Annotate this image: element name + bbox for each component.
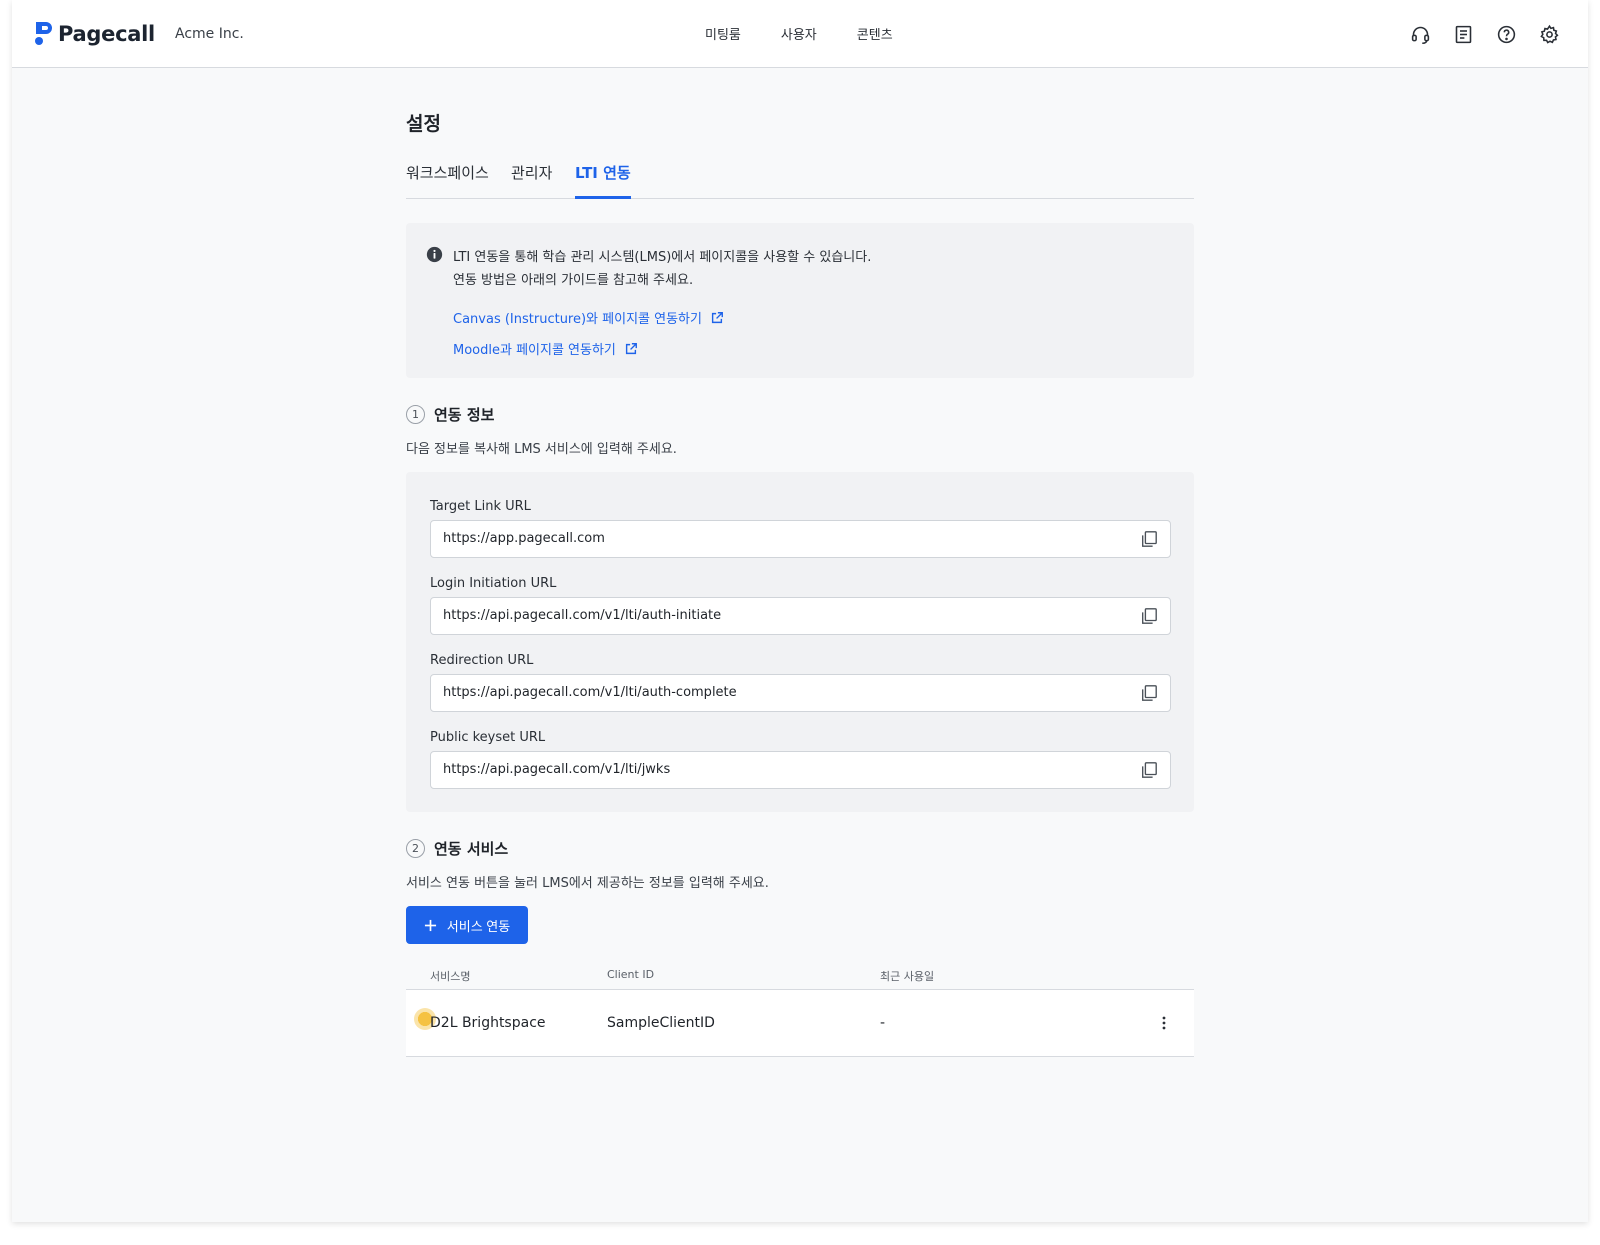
public-keyset-url-field[interactable]: https://api.pagecall.com/v1/lti/jwks <box>430 751 1171 789</box>
moodle-guide-link[interactable]: Moodle과 페이지콜 연동하기 <box>453 339 638 358</box>
brand-logo[interactable]: Pagecall <box>34 22 155 46</box>
tab-workspace[interactable]: 워크스페이스 <box>406 162 489 199</box>
section-linked-services-header: 2 연동 서비스 <box>406 838 508 859</box>
pagecall-logo-icon <box>35 22 52 45</box>
services-table: 서비스명 Client ID 최근 사용일 D2L Brightspace Sa… <box>406 960 1194 1057</box>
canvas-guide-link[interactable]: Canvas (Instructure)와 페이지콜 연동하기 <box>453 308 724 327</box>
nav-users[interactable]: 사용자 <box>781 24 817 43</box>
info-text-line2: 연동 방법은 아래의 가이드를 참고해 주세요. <box>453 273 694 288</box>
document-icon[interactable] <box>1453 24 1474 45</box>
main-nav: 미팅룸 사용자 콘텐츠 <box>705 24 893 43</box>
field-value: https://app.pagecall.com <box>443 531 605 546</box>
step-number-1: 1 <box>406 405 425 424</box>
canvas-guide-label: Canvas (Instructure)와 페이지콜 연동하기 <box>453 312 702 327</box>
integration-fields: Target Link URL https://app.pagecall.com… <box>406 472 1194 812</box>
page-title: 설정 <box>406 113 441 135</box>
nav-meeting-rooms[interactable]: 미팅룸 <box>705 24 741 43</box>
header-actions <box>1410 24 1560 45</box>
copy-icon[interactable] <box>1140 684 1158 702</box>
plus-icon <box>424 919 436 931</box>
tab-admin[interactable]: 관리자 <box>511 162 552 199</box>
nav-contents[interactable]: 콘텐츠 <box>857 24 893 43</box>
field-label-public-keyset: Public keyset URL <box>430 730 546 745</box>
target-link-url-field[interactable]: https://app.pagecall.com <box>430 520 1171 558</box>
headset-icon[interactable] <box>1410 24 1431 45</box>
add-service-button[interactable]: 서비스 연동 <box>406 906 528 944</box>
workspace-name[interactable]: Acme Inc. <box>175 26 244 42</box>
section-description: 서비스 연동 버튼을 눌러 LMS에서 제공하는 정보를 입력해 주세요. <box>406 876 769 891</box>
redirection-url-field[interactable]: https://api.pagecall.com/v1/lti/auth-com… <box>430 674 1171 712</box>
moodle-guide-label: Moodle과 페이지콜 연동하기 <box>453 343 616 358</box>
field-label-login-initiation: Login Initiation URL <box>430 576 557 591</box>
field-label-redirection: Redirection URL <box>430 653 534 668</box>
field-value: https://api.pagecall.com/v1/lti/auth-ini… <box>443 608 722 623</box>
info-icon <box>426 246 443 263</box>
login-initiation-url-field[interactable]: https://api.pagecall.com/v1/lti/auth-ini… <box>430 597 1171 635</box>
service-name-cell: D2L Brightspace <box>430 1015 546 1031</box>
info-text-line1: LTI 연동을 통해 학습 관리 시스템(LMS)에서 페이지콜을 사용할 수 … <box>453 250 872 265</box>
copy-icon[interactable] <box>1140 607 1158 625</box>
copy-icon[interactable] <box>1140 761 1158 779</box>
copy-icon[interactable] <box>1140 530 1158 548</box>
column-last-used: 최근 사용일 <box>880 970 935 983</box>
help-icon[interactable] <box>1496 24 1517 45</box>
lti-info-box: LTI 연동을 통해 학습 관리 시스템(LMS)에서 페이지콜을 사용할 수 … <box>406 223 1194 378</box>
column-client-id: Client ID <box>607 968 655 981</box>
column-service-name: 서비스명 <box>430 970 471 983</box>
top-header: Pagecall Acme Inc. 미팅룸 사용자 콘텐츠 <box>12 0 1588 68</box>
client-id-cell: SampleClientID <box>607 1015 715 1031</box>
external-link-icon <box>625 342 637 354</box>
field-value: https://api.pagecall.com/v1/lti/auth-com… <box>443 685 737 700</box>
section-title: 연동 정보 <box>434 406 495 424</box>
tab-lti[interactable]: LTI 연동 <box>575 162 631 199</box>
section-title: 연동 서비스 <box>434 840 509 858</box>
more-vertical-icon[interactable] <box>1156 1015 1172 1031</box>
section-description: 다음 정보를 복사해 LMS 서비스에 입력해 주세요. <box>406 442 677 457</box>
settings-tabs: 워크스페이스 관리자 LTI 연동 <box>406 160 1194 199</box>
field-value: https://api.pagecall.com/v1/lti/jwks <box>443 762 671 777</box>
external-link-icon <box>711 311 723 323</box>
table-row[interactable]: D2L Brightspace SampleClientID - <box>406 990 1194 1057</box>
table-header: 서비스명 Client ID 최근 사용일 <box>406 960 1194 990</box>
last-used-cell: - <box>880 1015 886 1031</box>
add-service-label: 서비스 연동 <box>446 918 511 934</box>
app-window: Pagecall Acme Inc. 미팅룸 사용자 콘텐츠 설정 워크스페이스… <box>12 0 1588 1222</box>
field-label-target-link: Target Link URL <box>430 499 531 514</box>
brand-name: Pagecall <box>58 22 155 46</box>
step-number-2: 2 <box>406 839 425 858</box>
section-integration-info-header: 1 연동 정보 <box>406 404 494 425</box>
settings-icon[interactable] <box>1539 24 1560 45</box>
